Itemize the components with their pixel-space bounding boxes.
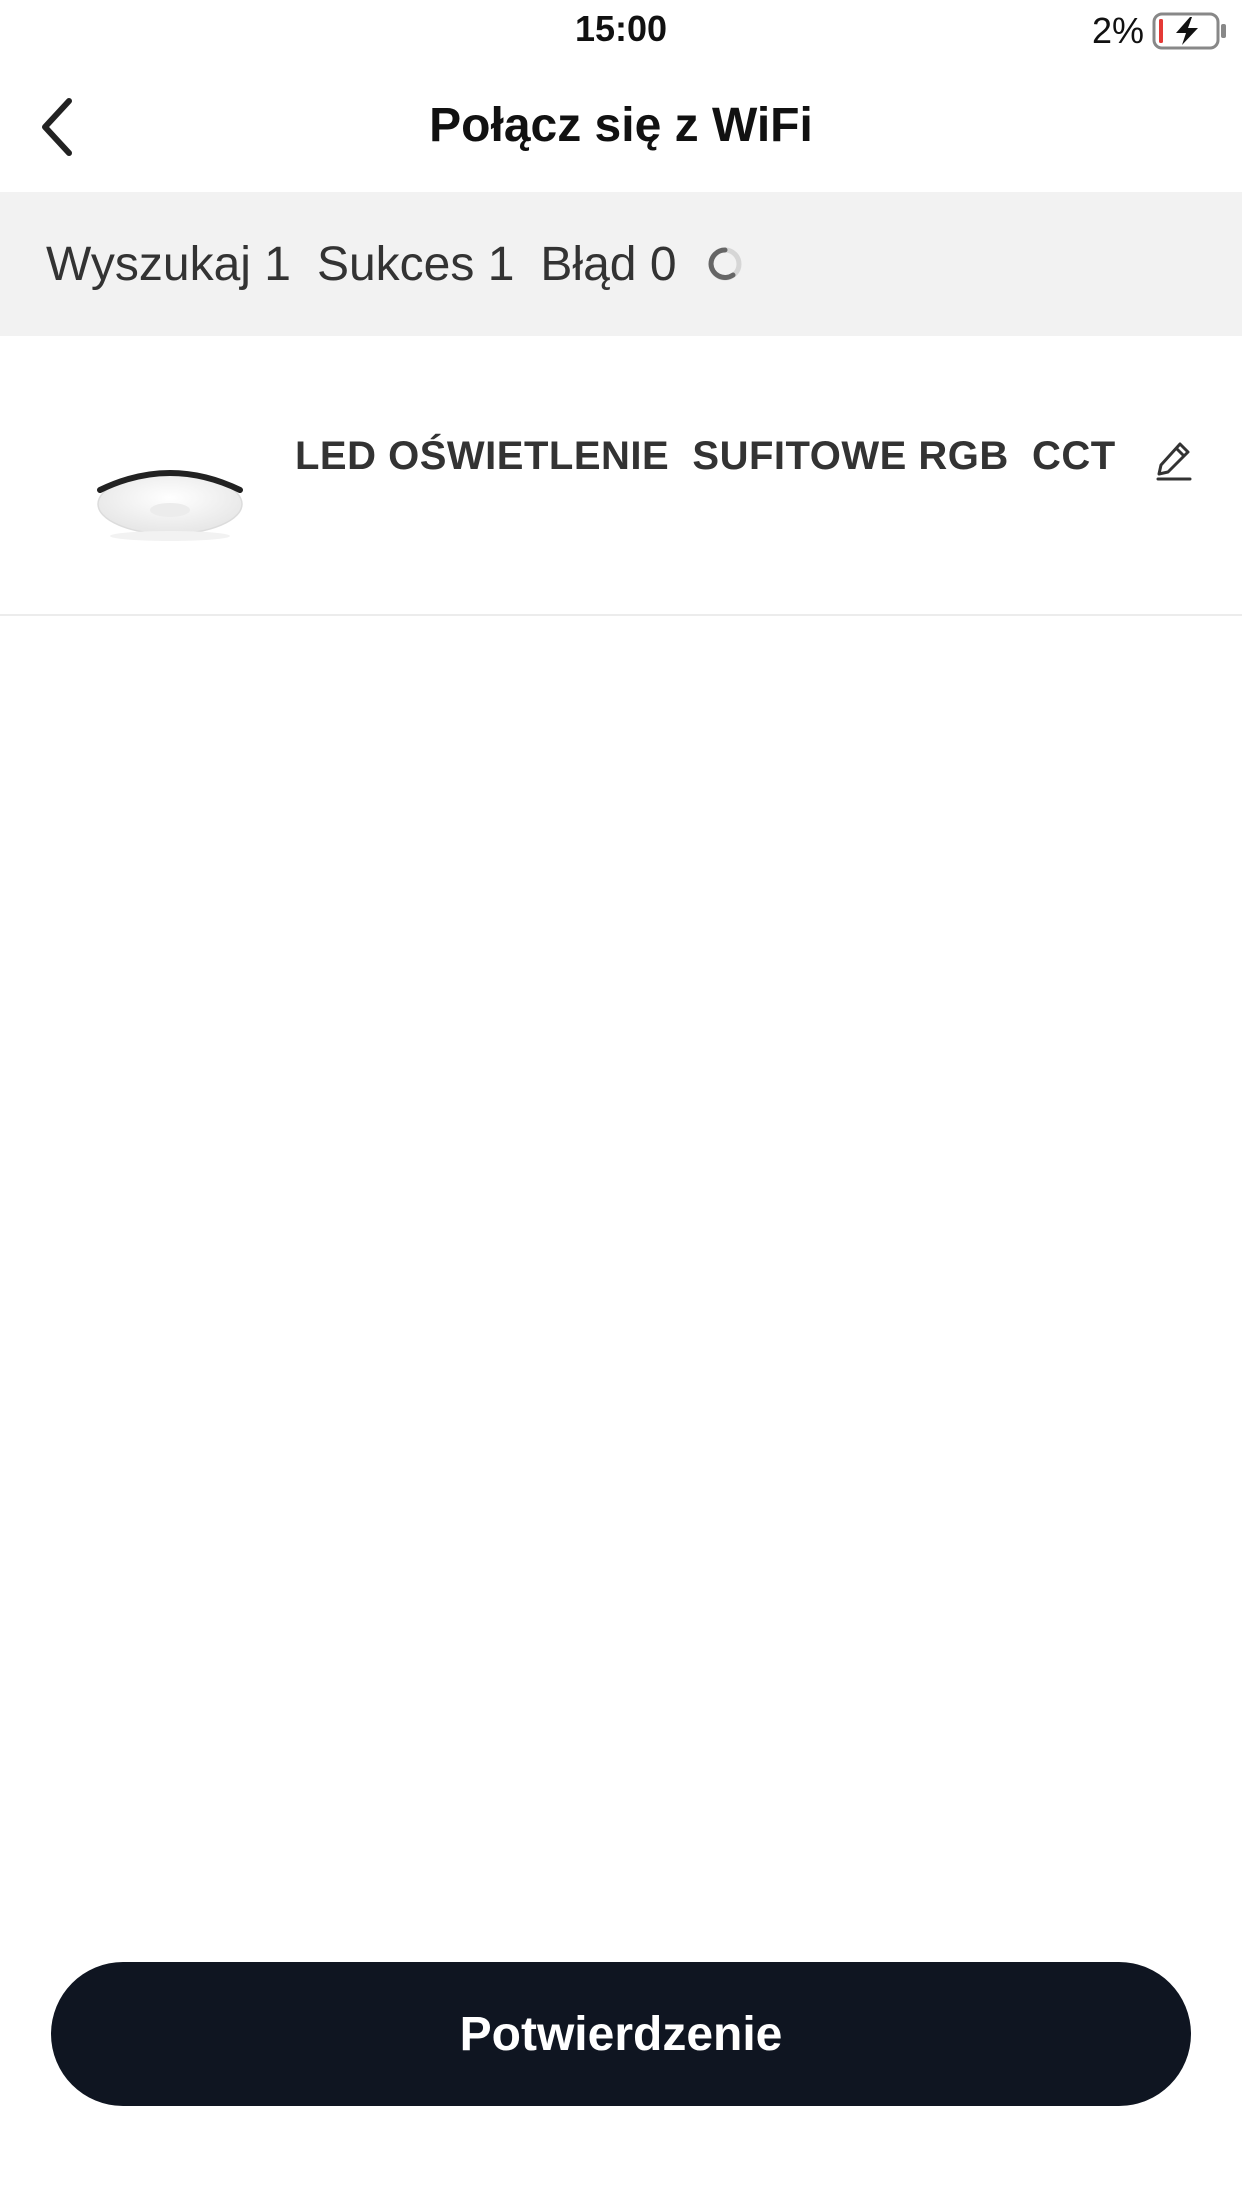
battery-charging-icon bbox=[1152, 12, 1226, 50]
confirm-button-label: Potwierdzenie bbox=[459, 2007, 783, 2061]
ceiling-lamp-image bbox=[97, 470, 243, 541]
confirm-button[interactable]: Potwierdzenie bbox=[51, 1962, 1191, 2106]
pencil-icon bbox=[1156, 442, 1192, 481]
status-bar: 15:00 2% bbox=[0, 0, 1242, 62]
search-count: Wyszukaj 1 bbox=[46, 237, 291, 291]
error-count: Błąd 0 bbox=[540, 237, 677, 291]
summary-band: Wyszukaj 1 Sukces 1 Błąd 0 bbox=[0, 192, 1242, 336]
screen: 15:00 2% Połącz się z WiFi Wyszukaj 1 Su… bbox=[0, 0, 1242, 2208]
device-name: LED OŚWIETLENIE SUFITOWE RGB CCT bbox=[295, 434, 1116, 478]
nav-bar: Połącz się z WiFi bbox=[0, 62, 1242, 192]
device-list-item[interactable]: LED OŚWIETLENIE SUFITOWE RGB CCT bbox=[0, 336, 1242, 616]
loading-spinner-icon bbox=[708, 247, 742, 281]
success-count: Sukces 1 bbox=[316, 237, 515, 291]
status-time: 15:00 bbox=[574, 8, 668, 49]
page-title: Połącz się z WiFi bbox=[429, 99, 813, 152]
status-right: 2% bbox=[1092, 10, 1228, 52]
edit-name-button[interactable] bbox=[1150, 436, 1198, 484]
battery-percent: 2% bbox=[1091, 10, 1144, 51]
